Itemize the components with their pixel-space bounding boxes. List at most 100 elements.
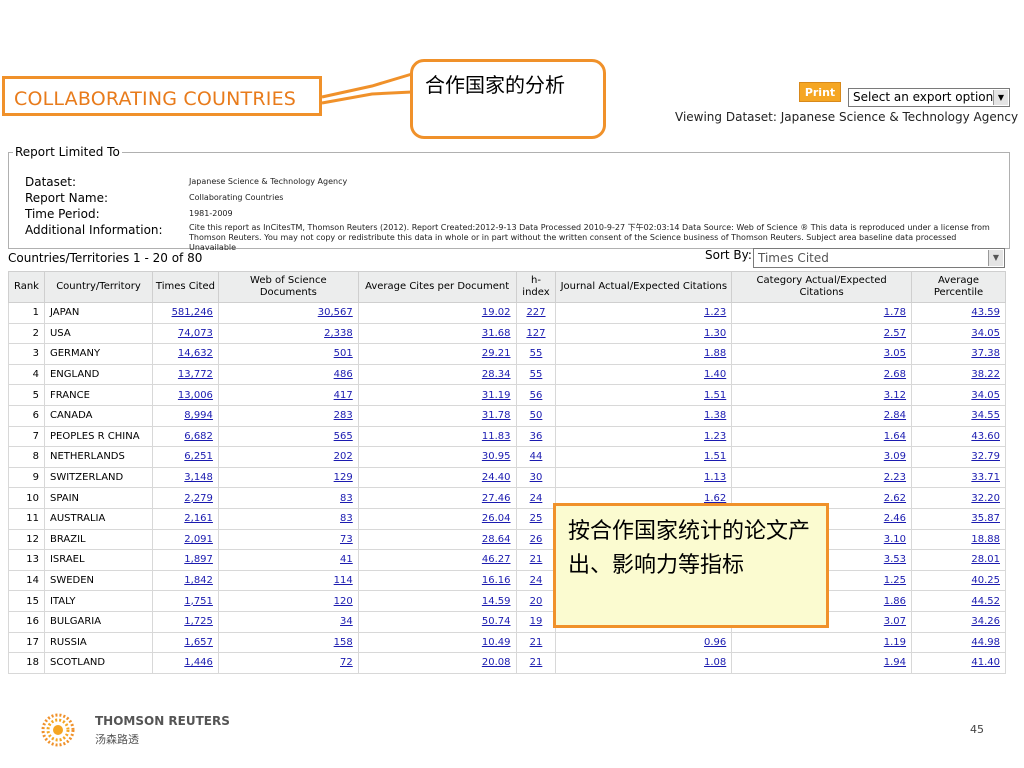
table-cell-link[interactable]: 10.49 xyxy=(357,631,517,654)
column-header[interactable]: Rank xyxy=(8,271,45,303)
table-cell-link[interactable]: 1.23 xyxy=(555,425,733,448)
table-cell-link[interactable]: 40.25 xyxy=(911,569,1006,592)
table-cell-link[interactable]: 11.83 xyxy=(357,425,517,448)
table-cell-link[interactable]: 2.23 xyxy=(731,466,913,489)
table-cell-link[interactable]: 6,251 xyxy=(151,446,219,468)
table-cell-link[interactable]: 34.05 xyxy=(911,322,1006,345)
table-cell-link[interactable]: 3,148 xyxy=(151,466,219,489)
table-cell-link[interactable]: 1.88 xyxy=(555,343,733,365)
chevron-down-icon[interactable]: ▼ xyxy=(993,90,1008,105)
table-cell-link[interactable]: 26 xyxy=(515,528,557,551)
table-cell-link[interactable]: 30.95 xyxy=(357,446,517,468)
print-button[interactable]: Print xyxy=(799,82,841,102)
table-cell-link[interactable]: 1.19 xyxy=(731,631,913,654)
table-cell-link[interactable]: 28.64 xyxy=(357,528,517,551)
table-cell-link[interactable]: 13,006 xyxy=(151,384,219,406)
table-cell-link[interactable]: 3.12 xyxy=(731,384,913,406)
table-cell-link[interactable]: 31.19 xyxy=(357,384,517,406)
table-cell-link[interactable]: 227 xyxy=(515,302,557,324)
sort-select[interactable]: Times Cited ▼ xyxy=(753,248,1005,268)
table-cell-link[interactable]: 21 xyxy=(515,631,557,654)
table-cell-link[interactable]: 24 xyxy=(515,487,557,509)
table-cell-link[interactable]: 486 xyxy=(217,363,359,386)
table-cell-link[interactable]: 3.05 xyxy=(731,343,913,365)
table-cell-link[interactable]: 129 xyxy=(217,466,359,489)
table-cell-link[interactable]: 16.16 xyxy=(357,569,517,592)
table-cell-link[interactable]: 41.40 xyxy=(911,652,1006,674)
table-cell-link[interactable]: 28.01 xyxy=(911,549,1006,571)
table-cell-link[interactable]: 1.38 xyxy=(555,404,733,427)
table-cell-link[interactable]: 120 xyxy=(217,590,359,612)
table-cell-link[interactable]: 20.08 xyxy=(357,652,517,674)
table-cell-link[interactable]: 14,632 xyxy=(151,343,219,365)
table-cell-link[interactable]: 34.05 xyxy=(911,384,1006,406)
table-cell-link[interactable]: 18.88 xyxy=(911,528,1006,551)
table-cell-link[interactable]: 74,073 xyxy=(151,322,219,345)
table-cell-link[interactable]: 2,279 xyxy=(151,487,219,509)
table-cell-link[interactable]: 72 xyxy=(217,652,359,674)
table-cell-link[interactable]: 73 xyxy=(217,528,359,551)
table-cell-link[interactable]: 36 xyxy=(515,425,557,448)
table-cell-link[interactable]: 83 xyxy=(217,487,359,509)
table-cell-link[interactable]: 32.79 xyxy=(911,446,1006,468)
table-cell-link[interactable]: 28.34 xyxy=(357,363,517,386)
table-cell-link[interactable]: 8,994 xyxy=(151,404,219,427)
table-cell-link[interactable]: 2.57 xyxy=(731,322,913,345)
table-cell-link[interactable]: 34.55 xyxy=(911,404,1006,427)
table-cell-link[interactable]: 1,842 xyxy=(151,569,219,592)
table-cell-link[interactable]: 83 xyxy=(217,507,359,530)
column-header[interactable]: Average Cites per Document xyxy=(357,271,517,303)
column-header[interactable]: Journal Actual/Expected Citations xyxy=(555,271,733,303)
table-cell-link[interactable]: 1.51 xyxy=(555,384,733,406)
table-cell-link[interactable]: 1.40 xyxy=(555,363,733,386)
table-cell-link[interactable]: 283 xyxy=(217,404,359,427)
table-cell-link[interactable]: 26.04 xyxy=(357,507,517,530)
table-cell-link[interactable]: 581,246 xyxy=(151,302,219,324)
table-cell-link[interactable]: 1.08 xyxy=(555,652,733,674)
table-cell-link[interactable]: 44.52 xyxy=(911,590,1006,612)
chevron-down-icon[interactable]: ▼ xyxy=(988,250,1003,266)
table-cell-link[interactable]: 1.51 xyxy=(555,446,733,468)
table-cell-link[interactable]: 2.68 xyxy=(731,363,913,386)
table-cell-link[interactable]: 44.98 xyxy=(911,631,1006,654)
table-cell-link[interactable]: 30,567 xyxy=(217,302,359,324)
table-cell-link[interactable]: 43.60 xyxy=(911,425,1006,448)
table-cell-link[interactable]: 1.13 xyxy=(555,466,733,489)
table-cell-link[interactable]: 34 xyxy=(217,610,359,633)
table-cell-link[interactable]: 41 xyxy=(217,549,359,571)
table-cell-link[interactable]: 114 xyxy=(217,569,359,592)
table-cell-link[interactable]: 1,657 xyxy=(151,631,219,654)
table-cell-link[interactable]: 1.64 xyxy=(731,425,913,448)
table-cell-link[interactable]: 38.22 xyxy=(911,363,1006,386)
table-cell-link[interactable]: 202 xyxy=(217,446,359,468)
table-cell-link[interactable]: 21 xyxy=(515,549,557,571)
table-cell-link[interactable]: 29.21 xyxy=(357,343,517,365)
table-cell-link[interactable]: 24.40 xyxy=(357,466,517,489)
table-cell-link[interactable]: 43.59 xyxy=(911,302,1006,324)
table-cell-link[interactable]: 158 xyxy=(217,631,359,654)
table-cell-link[interactable]: 13,772 xyxy=(151,363,219,386)
table-cell-link[interactable]: 21 xyxy=(515,652,557,674)
table-cell-link[interactable]: 1.23 xyxy=(555,302,733,324)
table-cell-link[interactable]: 33.71 xyxy=(911,466,1006,489)
table-cell-link[interactable]: 1,897 xyxy=(151,549,219,571)
table-cell-link[interactable]: 27.46 xyxy=(357,487,517,509)
table-cell-link[interactable]: 31.78 xyxy=(357,404,517,427)
table-cell-link[interactable]: 50 xyxy=(515,404,557,427)
table-cell-link[interactable]: 56 xyxy=(515,384,557,406)
export-select[interactable]: Select an export option ▼ xyxy=(848,88,1010,107)
table-cell-link[interactable]: 2,161 xyxy=(151,507,219,530)
table-cell-link[interactable]: 20 xyxy=(515,590,557,612)
table-cell-link[interactable]: 1,725 xyxy=(151,610,219,633)
table-cell-link[interactable]: 1,446 xyxy=(151,652,219,674)
table-cell-link[interactable]: 19.02 xyxy=(357,302,517,324)
column-header[interactable]: Times Cited xyxy=(151,271,219,303)
table-cell-link[interactable]: 37.38 xyxy=(911,343,1006,365)
table-cell-link[interactable]: 501 xyxy=(217,343,359,365)
table-cell-link[interactable]: 0.96 xyxy=(555,631,733,654)
table-cell-link[interactable]: 55 xyxy=(515,343,557,365)
table-cell-link[interactable]: 30 xyxy=(515,466,557,489)
table-cell-link[interactable]: 2.84 xyxy=(731,404,913,427)
table-cell-link[interactable]: 34.26 xyxy=(911,610,1006,633)
table-cell-link[interactable]: 32.20 xyxy=(911,487,1006,509)
